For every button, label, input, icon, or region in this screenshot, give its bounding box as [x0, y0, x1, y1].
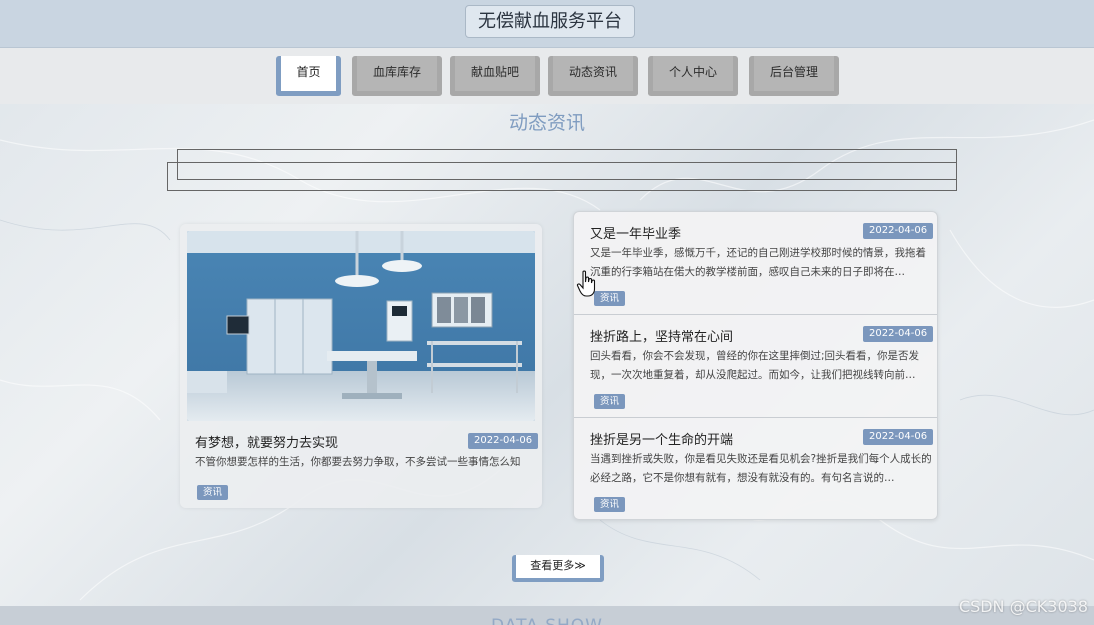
- news-item-tag[interactable]: 资讯: [594, 394, 626, 409]
- featured-news-card[interactable]: 有梦想，就要努力去实现 2022-04-06 不管你想要怎样的生活，你都要去努力…: [180, 224, 542, 508]
- nav-profile[interactable]: 个人中心: [648, 56, 738, 96]
- news-item-date: 2022-04-06: [863, 429, 934, 445]
- data-show-band: DATA SHOW: [0, 606, 1094, 625]
- news-item-tag[interactable]: 资讯: [594, 291, 626, 306]
- site-title: 无偿献血服务平台: [465, 5, 635, 38]
- news-item-summary: 回头看看，你会不会发现，曾经的你在这里摔倒过;回头看看，你是否发现，一次次地重复…: [590, 350, 920, 381]
- header-bar: 无偿献血服务平台: [0, 0, 1094, 48]
- list-item[interactable]: 挫折是另一个生命的开端 2022-04-06 当遇到挫折或失败，你是看见失败还是…: [574, 418, 937, 521]
- csdn-watermark: CSDN @CK3038: [958, 597, 1088, 616]
- news-item-title[interactable]: 又是一年毕业季: [590, 223, 681, 242]
- nav-news[interactable]: 动态资讯: [548, 56, 638, 96]
- featured-news-tag[interactable]: 资讯: [197, 485, 229, 500]
- nav-admin[interactable]: 后台管理: [749, 56, 839, 96]
- data-show-title: DATA SHOW: [0, 616, 1094, 625]
- news-item-summary: 当遇到挫折或失败，你是看见失败还是看见机会?挫折是我们每个人成长的必经之路，它不…: [590, 453, 932, 484]
- featured-news-date: 2022-04-06: [468, 433, 539, 449]
- main-nav: 首页 血库库存 献血贴吧 动态资讯 个人中心 后台管理: [0, 48, 1094, 104]
- news-item-date: 2022-04-06: [863, 326, 934, 342]
- nav-blood-inventory[interactable]: 血库库存: [352, 56, 442, 96]
- news-item-tag[interactable]: 资讯: [594, 497, 626, 512]
- nav-blood-forum[interactable]: 献血贴吧: [450, 56, 540, 96]
- empty-frame-outer: [167, 162, 957, 191]
- list-item[interactable]: 又是一年毕业季 2022-04-06 又是一年毕业季，感慨万千，还记的自己刚进学…: [574, 212, 937, 315]
- nav-home[interactable]: 首页: [276, 56, 341, 96]
- featured-news-title[interactable]: 有梦想，就要努力去实现: [195, 432, 338, 451]
- news-item-title[interactable]: 挫折是另一个生命的开端: [590, 429, 733, 448]
- news-section-title: 动态资讯: [508, 112, 585, 134]
- hand-cursor-icon: [576, 270, 596, 297]
- news-list: 又是一年毕业季 2022-04-06 又是一年毕业季，感慨万千，还记的自己刚进学…: [573, 211, 938, 520]
- view-more-button[interactable]: 查看更多≫: [512, 555, 604, 582]
- news-item-title[interactable]: 挫折路上，坚持常在心间: [590, 326, 733, 345]
- news-item-summary: 又是一年毕业季，感慨万千，还记的自己刚进学校那时候的情景，我拖着沉重的行李箱站在…: [590, 247, 926, 278]
- news-item-date: 2022-04-06: [863, 223, 934, 239]
- operating-room-photo[interactable]: [187, 231, 535, 421]
- list-item[interactable]: 挫折路上，坚持常在心间 2022-04-06 回头看看，你会不会发现，曾经的你在…: [574, 315, 937, 418]
- featured-news-summary: 不管你想要怎样的生活，你都要去努力争取，不多尝试一些事情怎么知: [195, 456, 521, 468]
